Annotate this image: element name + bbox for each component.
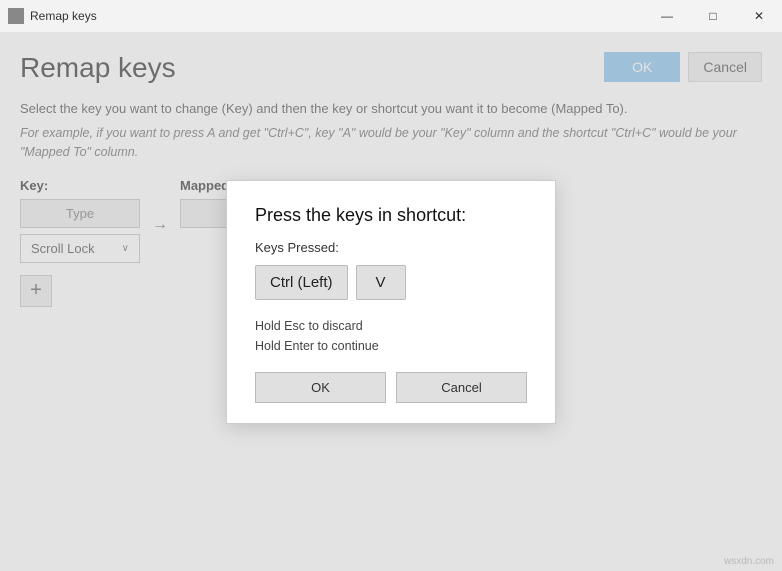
titlebar-controls: — □ ✕ [644,0,782,32]
modal-title: Press the keys in shortcut: [255,205,527,226]
modal-hints: Hold Esc to discard Hold Enter to contin… [255,316,527,356]
shortcut-modal: Press the keys in shortcut: Keys Pressed… [226,180,556,424]
modal-cancel-button[interactable]: Cancel [396,372,527,403]
titlebar-left: Remap keys [8,8,97,24]
maximize-button[interactable]: □ [690,0,736,32]
main-content: OK Cancel Remap keys Select the key you … [0,32,782,571]
titlebar-title: Remap keys [30,9,97,23]
key-chip-v: V [356,265,406,300]
key-chip-ctrl: Ctrl (Left) [255,265,348,300]
keys-pressed-label: Keys Pressed: [255,240,527,255]
hint-enter: Hold Enter to continue [255,336,527,356]
key-chips: Ctrl (Left) V [255,265,527,300]
modal-ok-button[interactable]: OK [255,372,386,403]
minimize-button[interactable]: — [644,0,690,32]
modal-overlay: Press the keys in shortcut: Keys Pressed… [0,32,782,571]
hint-esc: Hold Esc to discard [255,316,527,336]
close-button[interactable]: ✕ [736,0,782,32]
app-icon [8,8,24,24]
titlebar: Remap keys — □ ✕ [0,0,782,32]
modal-buttons: OK Cancel [255,372,527,403]
